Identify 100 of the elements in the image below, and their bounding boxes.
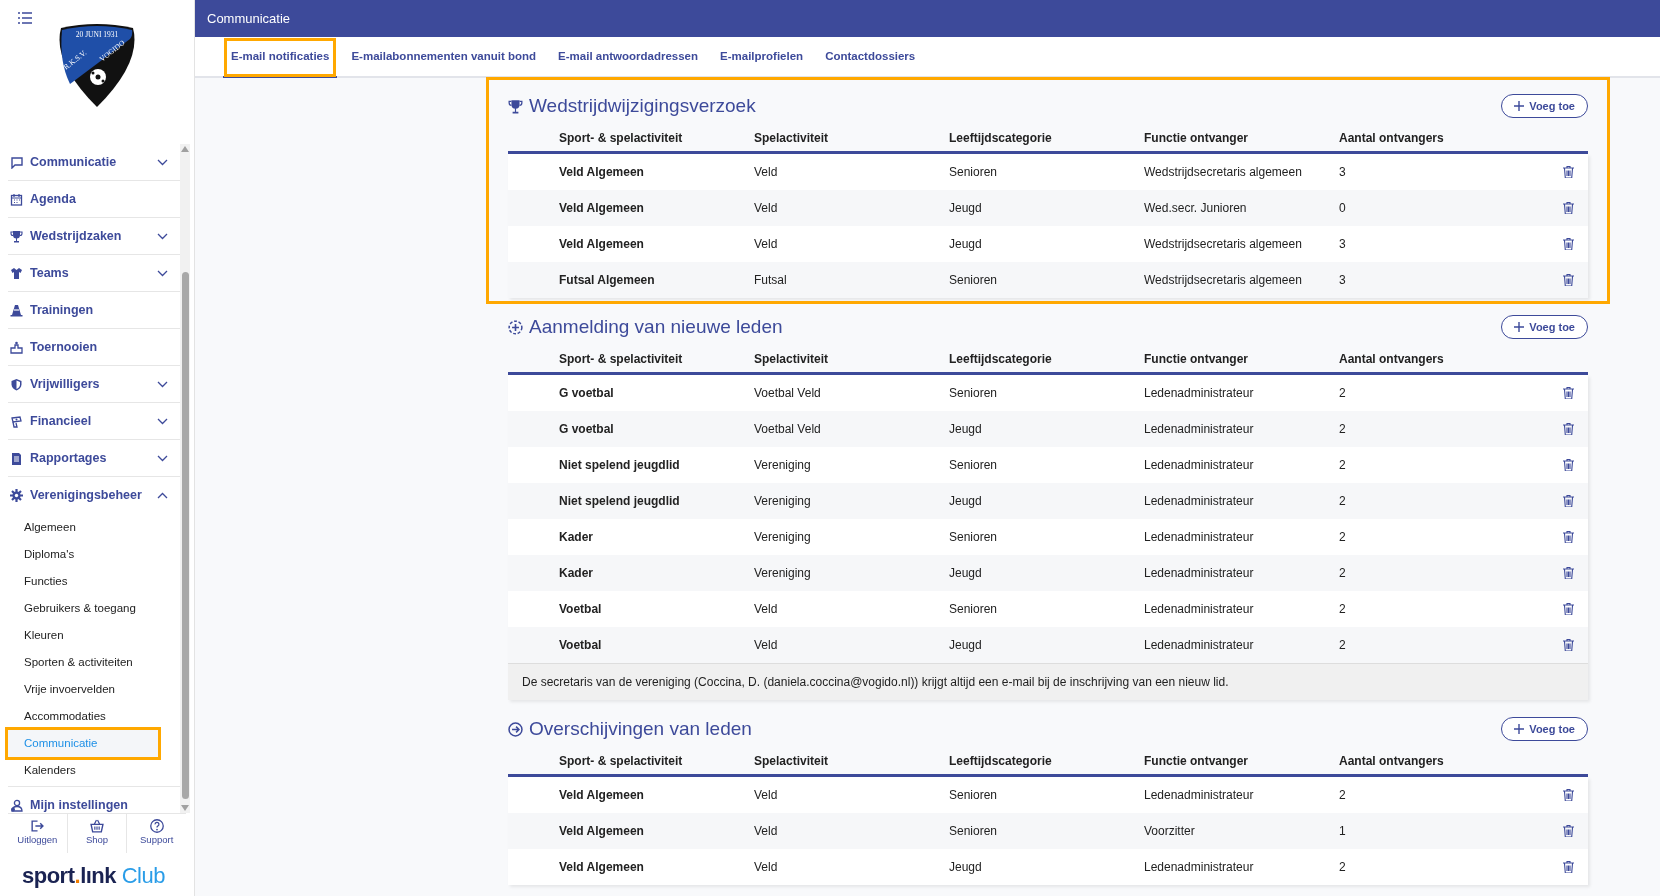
calendar-icon [10,192,23,206]
table-cell-text: Voorzitter [1144,823,1196,840]
trash-icon[interactable] [1563,423,1574,435]
table-cell-text: Jeugd [949,859,983,876]
table-cell-text: Veld [754,164,779,181]
submenu-item[interactable]: Algemeen [8,514,158,541]
table-cell-text: Futsal Algemeen [559,272,656,289]
table-cell-text: 2 [1339,529,1347,546]
trash-icon[interactable] [1563,603,1574,615]
table-cell-text: Voetbal [559,601,603,618]
tab[interactable]: E-mail notificaties [223,37,338,78]
table-cell-text: Wedstrijdsecretaris algemeen [1144,272,1303,289]
table-cell-text: Veld Algemeen [559,823,645,840]
submenu-item[interactable]: Sporten & activiteiten [8,649,158,676]
add-button[interactable]: Voeg toe [1501,93,1588,119]
table-cell-text: Senioren [949,601,999,618]
trophy-icon [10,229,23,243]
tab[interactable]: E-mailprofielen [712,37,812,78]
trash-icon[interactable] [1563,639,1574,651]
table-cell-text: Vereniging [754,529,812,546]
submenu-item[interactable]: Vrije invoervelden [8,676,158,703]
table-cell-text: 2 [1339,565,1347,582]
arrow-circle-icon [508,721,523,737]
cone-icon [10,303,23,317]
trash-icon[interactable] [1563,238,1574,250]
table-cell-text: Jeugd [949,493,983,510]
add-button[interactable]: Voeg toe [1501,716,1588,742]
table-cell-text: Wedstrijdsecretaris algemeen [1144,164,1303,181]
table-cell-text: Veld Algemeen [559,200,645,217]
column-header: Aantal ontvangers [1339,752,1445,770]
trash-icon[interactable] [1563,825,1574,837]
basket-icon [90,819,104,834]
trash-icon[interactable] [1563,202,1574,214]
table-cell-text: Jeugd [949,236,983,253]
table-cell-text: Veld [754,236,779,253]
table-cell-text: Jeugd [949,565,983,582]
footer-button[interactable]: Support [127,814,186,853]
user-icon [10,798,23,812]
trash-icon[interactable] [1563,274,1574,286]
money-icon [10,414,23,428]
section-title: Aanmelding van nieuwe leden [529,314,784,339]
table-cell-text: Veld [754,200,779,217]
submenu-item[interactable]: Functies [8,568,158,595]
chat-icon [10,155,23,169]
submenu-item[interactable]: Accommodaties [8,703,158,730]
column-header: Sport- & spelactiviteit [559,752,684,770]
tab[interactable]: E-mailabonnementen vanuit bond [343,37,545,78]
table-cell-text: Kader [559,529,594,546]
help-icon [149,819,164,834]
submenu-item[interactable]: Gebruikers & toegang [8,595,158,622]
table-cell-text: Senioren [949,529,999,546]
table-cell-text: Wedstrijdsecretaris algemeen [1144,236,1303,253]
submenu-item[interactable]: Kalenders [8,757,158,784]
table-cell-text: 2 [1339,457,1347,474]
column-header: Spelactiviteit [754,350,830,368]
column-header: Leeftijdscategorie [949,350,1053,368]
table-cell-text: Ledenadministrateur [1144,637,1255,654]
trash-icon[interactable] [1563,531,1574,543]
table-cell-text: 2 [1339,385,1347,402]
plus-icon [1514,322,1525,332]
column-header: Sport- & spelactiviteit [559,129,684,147]
trash-icon[interactable] [1563,166,1574,178]
submenu-item[interactable]: Diploma's [8,541,158,568]
table-cell-text: Senioren [949,457,999,474]
table-cell-text: Futsal [754,272,788,289]
trash-icon[interactable] [1563,567,1574,579]
tab[interactable]: E-mail antwoordadressen [550,37,707,78]
menu-icon[interactable] [18,12,32,24]
table-cell-text: 2 [1339,859,1347,876]
trash-icon[interactable] [1563,861,1574,873]
table-cell-text: G voetbal [559,421,615,438]
table-cell-text: 1 [1339,823,1347,840]
submenu-item[interactable]: Kleuren [8,622,158,649]
document-icon [10,451,23,465]
table-cell-text: Vereniging [754,565,812,582]
table-cell-text: Senioren [949,823,999,840]
section-title: Wedstrijdwijzigingsverzoek [529,93,757,118]
shirt-icon [10,266,23,280]
add-button[interactable]: Voeg toe [1501,314,1588,340]
trash-icon[interactable] [1563,459,1574,471]
column-header: Spelactiviteit [754,129,830,147]
table-cell-text: Veld Algemeen [559,236,645,253]
column-header: Functie ontvanger [1144,350,1249,368]
footer-button[interactable]: Uitloggen [8,814,68,853]
table-cell-text: Veld Algemeen [559,859,645,876]
trash-icon[interactable] [1563,387,1574,399]
table-cell-text: Senioren [949,385,999,402]
table-cell-text: Kader [559,565,594,582]
footer-button[interactable]: Shop [67,814,128,853]
chevron-icon [157,492,168,499]
table-cell-text: Ledenadministrateur [1144,529,1255,546]
trash-icon[interactable] [1563,789,1574,801]
tab[interactable]: Contactdossiers [817,37,924,78]
table-cell-text: Ledenadministrateur [1144,385,1255,402]
column-header: Spelactiviteit [754,752,830,770]
sidebar-item[interactable]: Verenigingsbeheer [8,477,180,514]
table-cell-text: Voetbal Veld [754,385,822,402]
trash-icon[interactable] [1563,495,1574,507]
table-cell-text: Veld Algemeen [559,787,645,804]
scrollbar-thumb[interactable] [181,272,189,799]
